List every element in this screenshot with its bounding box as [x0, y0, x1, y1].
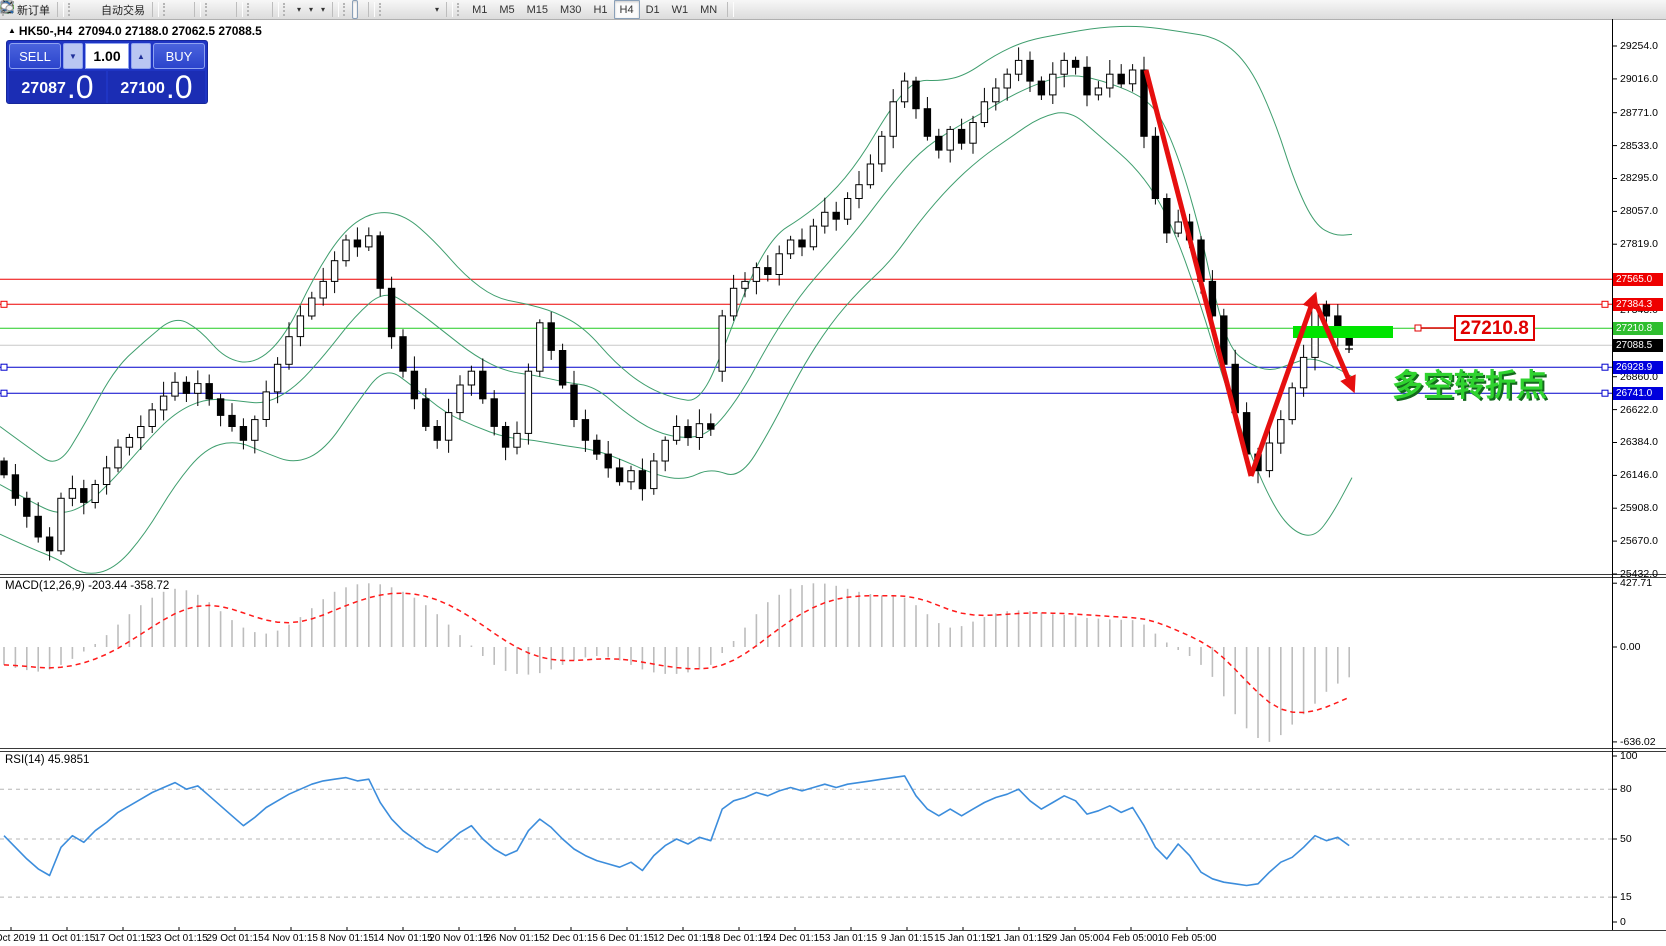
sell-price[interactable]: 27087.0 — [9, 71, 106, 103]
time-axis-label: 9 Jan 01:15 — [881, 933, 933, 944]
green-highlight-bar[interactable] — [1293, 326, 1393, 338]
time-axis-label: 15 Jan 01:15 — [934, 933, 992, 944]
rsi-tick: 100 — [1620, 750, 1638, 762]
chinese-annotation[interactable]: 多空转折点多空转折点 — [1392, 368, 1549, 405]
chart-symbol-ohlc: ▲HK50-,H427094.0 27188.0 27062.5 27088.5 — [8, 24, 262, 38]
macd-histogram — [4, 583, 1349, 742]
sell-button[interactable]: SELL — [9, 43, 61, 69]
price-tick: 28771.0 — [1620, 107, 1658, 119]
price-callout[interactable]: 27210.8 — [1455, 316, 1534, 340]
bollinger-middle-band — [0, 76, 1352, 512]
time-axis-label: 20 Nov 01:15 — [429, 933, 489, 944]
macd-tick: 427.71 — [1620, 577, 1652, 589]
price-tick: 28533.0 — [1620, 140, 1658, 152]
symbol-arrow-icon: ▲ — [8, 26, 16, 35]
svg-text:多空转折点: 多空转折点 — [1392, 368, 1547, 403]
macd-tick: 0.00 — [1620, 641, 1640, 653]
price-line-label: 27210.8 — [1613, 322, 1663, 335]
last-price-marker — [1345, 345, 1353, 353]
time-axis-label: 6 Dec 01:15 — [600, 933, 654, 944]
time-axis-label: 2 Dec 01:15 — [544, 933, 598, 944]
volume-increase-button[interactable]: ▲ — [131, 43, 151, 69]
price-tick: 25908.0 — [1620, 502, 1658, 514]
macd-tick: -636.02 — [1620, 736, 1656, 748]
buy-button[interactable]: BUY — [153, 43, 205, 69]
time-axis-label: 4 Feb 05:00 — [1104, 933, 1157, 944]
price-tick: 29016.0 — [1620, 73, 1658, 85]
price-line-label: 26928.9 — [1613, 361, 1663, 374]
time-axis-label: 4 Oct 2019 — [0, 933, 35, 944]
volume-decrease-button[interactable]: ▼ — [63, 43, 83, 69]
buy-price[interactable]: 27100.0 — [108, 71, 205, 103]
time-axis-label: 10 Feb 05:00 — [1158, 933, 1217, 944]
macd-indicator-label: MACD(12,26,9) -203.44 -358.72 — [5, 580, 169, 592]
time-axis-label: 29 Jan 05:00 — [1046, 933, 1104, 944]
rsi-indicator-label: RSI(14) 45.9851 — [5, 754, 89, 766]
time-axis-label: 26 Nov 01:15 — [485, 933, 545, 944]
time-axis-label: 14 Nov 01:15 — [373, 933, 433, 944]
price-line-label: 27088.5 — [1613, 339, 1663, 352]
price-line-label: 27565.0 — [1613, 273, 1663, 286]
time-axis-label: 4 Nov 01:15 — [264, 933, 318, 944]
rsi-tick: 50 — [1620, 833, 1632, 845]
price-tick: 26146.0 — [1620, 469, 1658, 481]
price-tick: 28057.0 — [1620, 205, 1658, 217]
volume-input[interactable]: 1.00 — [85, 43, 129, 69]
time-axis-label: 18 Dec 01:15 — [709, 933, 769, 944]
rsi-tick: 15 — [1620, 891, 1632, 903]
chart-canvas[interactable]: 27210.8 多空转折点多空转折点 — [0, 0, 1666, 946]
mt4-terminal: { "toolbar": { "groups": [ {"items": [{"… — [0, 0, 1666, 946]
rsi-tick: 80 — [1620, 783, 1632, 795]
price-tick: 28295.0 — [1620, 172, 1658, 184]
price-line-label: 27384.3 — [1613, 298, 1663, 311]
one-click-trading-panel: SELL ▼ 1.00 ▲ BUY 27087.0 27100.0 — [6, 40, 208, 104]
svg-text:27210.8: 27210.8 — [1460, 318, 1529, 339]
rsi-tick: 0 — [1620, 916, 1626, 928]
trend-arrow-1[interactable] — [1146, 70, 1251, 476]
time-axis-label: 17 Oct 01:15 — [94, 933, 151, 944]
time-axis-label: 21 Jan 01:15 — [990, 933, 1048, 944]
price-line-label: 26741.0 — [1613, 387, 1663, 400]
price-tick: 27819.0 — [1620, 238, 1658, 250]
pane-separators[interactable] — [0, 575, 1666, 931]
time-axis-label: 23 Oct 01:15 — [150, 933, 207, 944]
time-axis-label: 12 Dec 01:15 — [653, 933, 713, 944]
price-tick: 26384.0 — [1620, 436, 1658, 448]
price-tick: 26622.0 — [1620, 404, 1658, 416]
time-axis-label: 29 Oct 01:15 — [206, 933, 263, 944]
time-axis-label: 8 Nov 01:15 — [320, 933, 374, 944]
rsi-line — [4, 776, 1349, 886]
time-axis-label: 11 Oct 01:15 — [39, 933, 96, 944]
time-axis-label: 24 Dec 01:15 — [765, 933, 825, 944]
price-tick: 25670.0 — [1620, 535, 1658, 547]
time-axis-label: 3 Jan 01:15 — [825, 933, 877, 944]
price-tick: 29254.0 — [1620, 40, 1658, 52]
bollinger-lower-band — [0, 113, 1352, 573]
